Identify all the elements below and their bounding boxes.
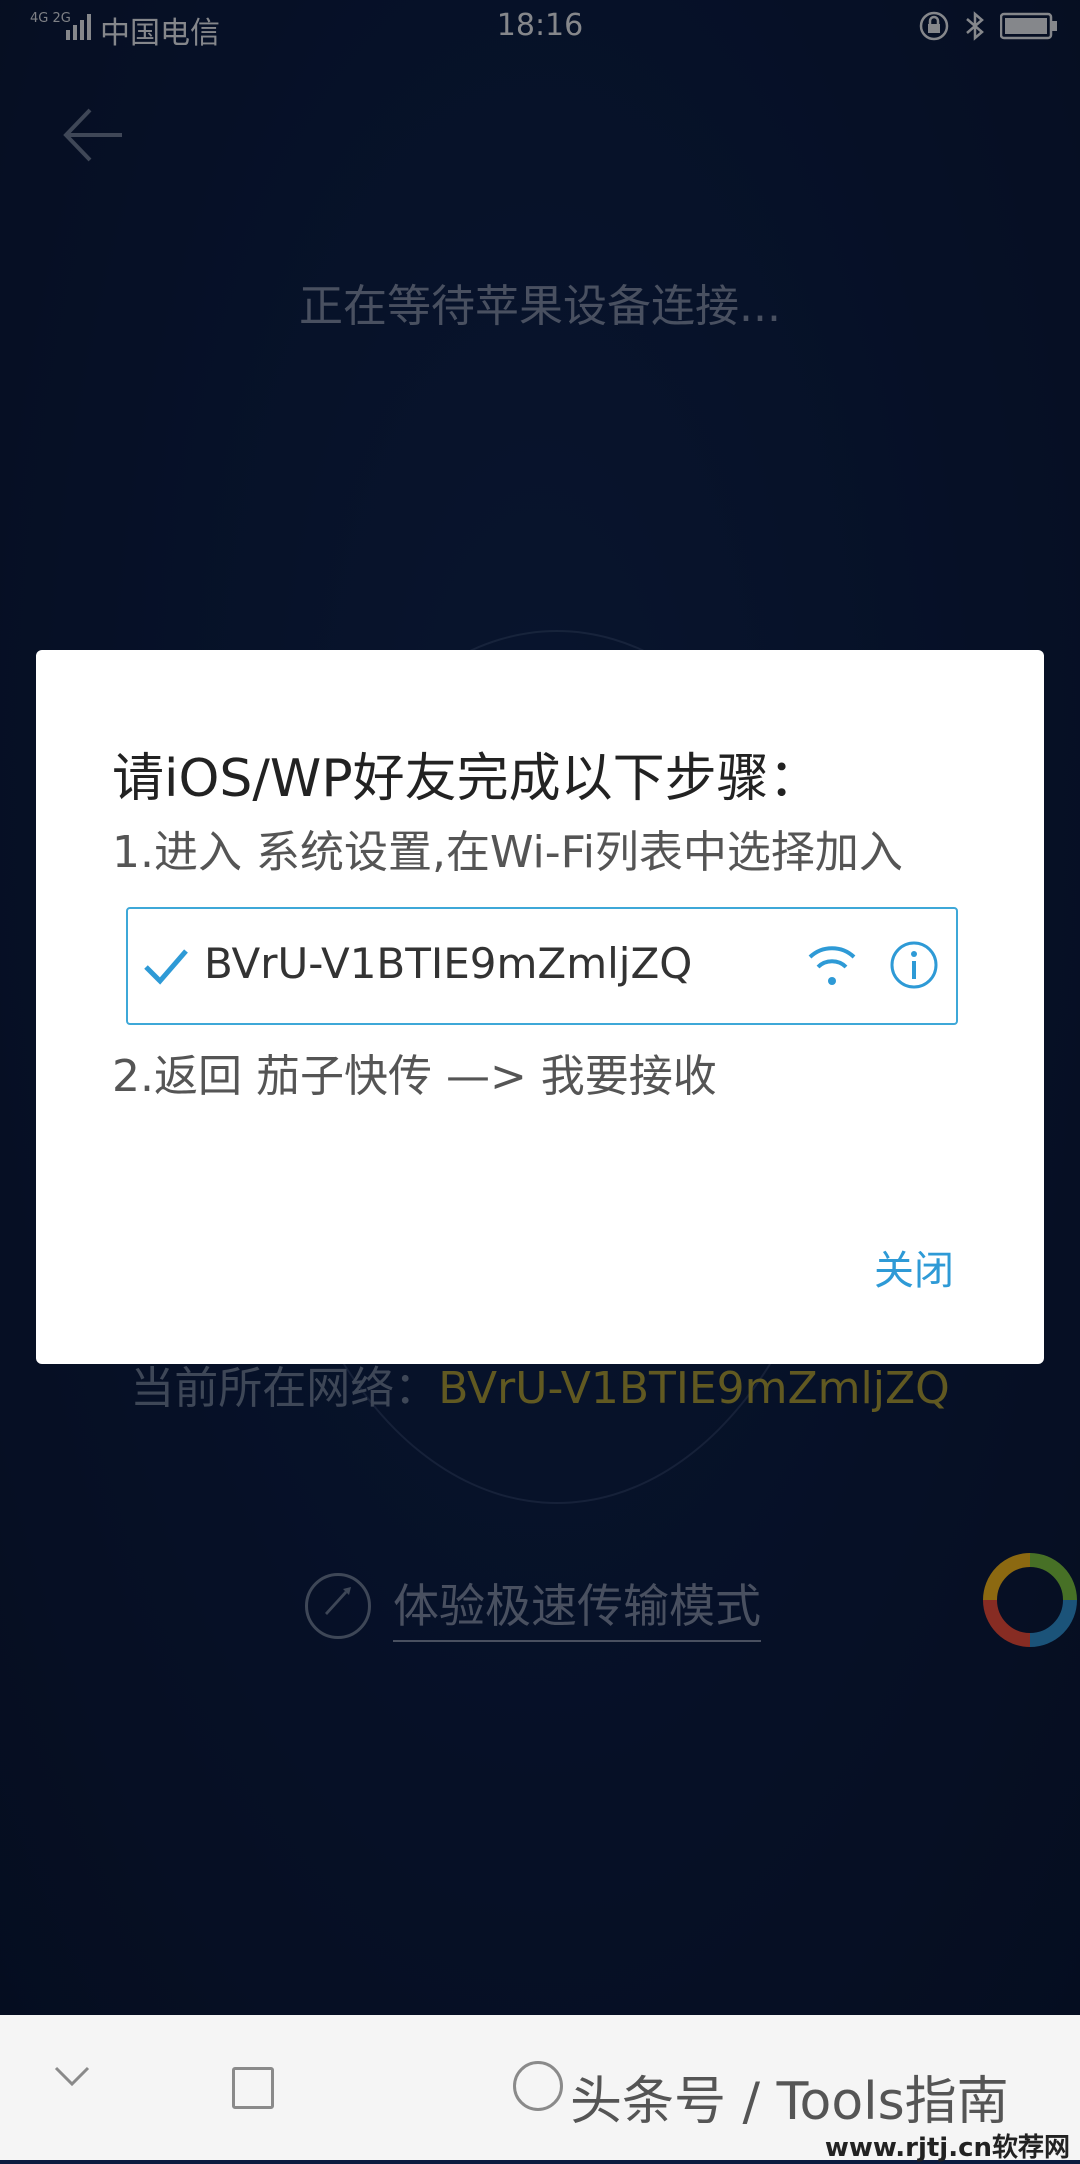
system-nav-bar: 头条号 / Tools指南 www.rjtj.cn软荐网 xyxy=(0,2015,1080,2163)
info-icon xyxy=(890,941,938,989)
step-one-text: 1.进入 系统设置,在Wi-Fi列表中选择加入 xyxy=(112,827,903,878)
watermark-text: 头条号 / Tools指南 xyxy=(570,2072,1009,2132)
check-icon xyxy=(144,949,188,985)
nav-back-chevron-icon[interactable] xyxy=(50,2060,94,2090)
step-two-text: 2.返回 茄子快传 —> 我要接收 xyxy=(112,1051,717,1102)
dialog-title: 请iOS/WP好友完成以下步骤： xyxy=(112,749,821,809)
wifi-ssid: BVrU-V1BTIE9mZmljZQ xyxy=(204,939,693,988)
nav-home-icon[interactable] xyxy=(513,2061,563,2111)
nav-recents-icon[interactable] xyxy=(232,2067,274,2109)
watermark-site: www.rjtj.cn软荐网 xyxy=(824,2133,1070,2163)
wifi-icon xyxy=(808,946,856,985)
instructions-dialog: 请iOS/WP好友完成以下步骤： 1.进入 系统设置,在Wi-Fi列表中选择加入… xyxy=(36,650,1044,1364)
close-button[interactable]: 关闭 xyxy=(874,1238,954,1296)
wifi-network-item: BVrU-V1BTIE9mZmljZQ xyxy=(126,907,958,1025)
